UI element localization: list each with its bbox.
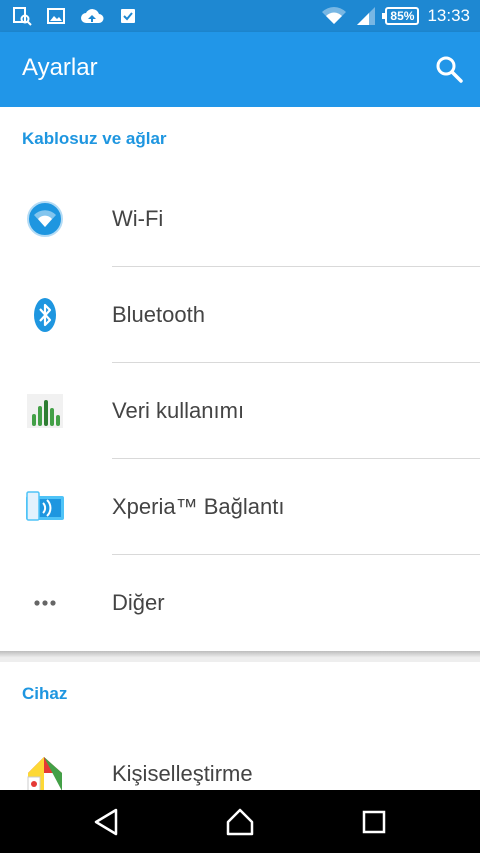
notification-icons (12, 6, 138, 26)
image-icon (47, 8, 65, 24)
wifi-icon (322, 7, 347, 24)
settings-item-wifi[interactable]: Wi-Fi (0, 171, 480, 267)
cloud-upload-icon (81, 9, 104, 23)
personalization-icon (27, 757, 62, 792)
home-icon[interactable] (224, 806, 256, 838)
settings-item-xperia-connectivity[interactable]: Xperia™ Bağlantı (0, 459, 480, 555)
section-header: Kablosuz ve ağlar (22, 129, 167, 148)
navigation-bar (0, 790, 480, 853)
search-icon[interactable] (434, 54, 464, 84)
data-usage-icon (27, 394, 63, 428)
wifi-settings-icon (27, 201, 63, 237)
section-device: Cihaz Kişiselleştirme (0, 662, 480, 792)
settings-item-more[interactable]: Diğer (0, 555, 480, 651)
recents-icon[interactable] (358, 806, 390, 838)
checkbox-icon (121, 9, 135, 23)
settings-item-label: Wi-Fi (112, 206, 164, 231)
settings-item-label: Bluetooth (112, 302, 205, 327)
xperia-connectivity-icon (26, 491, 64, 521)
status-bar: 85% 13:33 (0, 0, 480, 32)
settings-item-label: Diğer (112, 590, 165, 615)
section-wireless-networks: Kablosuz ve ağlar Wi-Fi Bluetooth Veri k… (0, 107, 480, 651)
settings-item-label: Veri kullanımı (112, 398, 245, 423)
settings-item-data-usage[interactable]: Veri kullanımı (0, 363, 480, 459)
section-header: Cihaz (22, 684, 68, 703)
screenshot-search-icon (13, 7, 32, 26)
back-icon[interactable] (90, 806, 122, 838)
app-bar: Ayarlar (0, 32, 480, 107)
clock: 13:33 (427, 6, 470, 25)
settings-item-label: Xperia™ Bağlantı (112, 494, 285, 519)
settings-item-label: Kişiselleştirme (112, 761, 253, 786)
settings-item-bluetooth[interactable]: Bluetooth (0, 267, 480, 363)
page-title: Ayarlar (22, 54, 98, 81)
system-status: 85% 13:33 (321, 0, 470, 32)
bluetooth-icon (34, 298, 56, 332)
battery-indicator: 85% (382, 7, 420, 25)
more-dots-icon (34, 600, 56, 606)
section-separator (0, 651, 480, 662)
signal-icon (357, 7, 376, 25)
